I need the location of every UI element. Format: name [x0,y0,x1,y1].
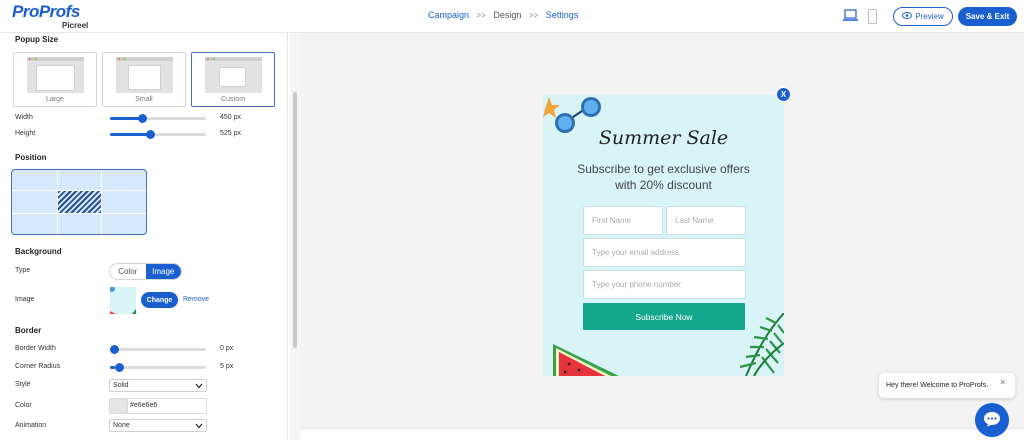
border-color-swatch[interactable] [109,398,127,414]
size-label-large: Large [46,96,64,103]
eye-icon [902,12,913,21]
preview-button[interactable]: Preview [893,7,953,26]
animation-value: None [113,422,130,429]
logo-sub-text: Picreel [62,21,89,30]
canvas-bottom-strip [300,428,1024,440]
width-value: 450 px [220,114,242,121]
chat-icon [983,411,1001,429]
border-width-slider[interactable] [110,345,206,354]
size-option-custom[interactable]: Custom [191,52,275,107]
corner-radius-slider-knob[interactable] [114,363,124,372]
save-exit-button[interactable]: Save & Exit [958,7,1017,26]
phone-input[interactable]: Type your phone number [583,270,746,299]
animation-label: Animation [15,422,47,429]
height-value: 525 px [220,130,242,137]
watermelon-decoration [553,344,619,376]
width-slider-knob[interactable] [137,114,147,123]
first-name-input[interactable]: First Name [583,206,663,235]
sidebar-scrollbar-thumb[interactable] [293,92,297,348]
width-slider-fill [110,117,142,120]
chat-greeting-text: Hey there! Welcome to ProProfs. [886,382,989,389]
chevron-down-icon [195,422,203,433]
type-option-color[interactable]: Color [110,264,146,279]
size-thumb-large [27,57,84,93]
size-label-small: Small [135,96,153,103]
corner-radius-slider[interactable] [110,363,206,372]
app-root: ProProfs Picreel Campaign >> Design >> S… [0,0,1024,440]
width-label: Width [15,114,33,121]
remove-image-link[interactable]: Remove [183,296,209,303]
popup-title: Summer Sale [598,127,729,149]
type-label: Type [15,267,31,274]
size-option-small[interactable]: Small [102,52,186,107]
step-separator: >> [528,11,539,20]
desktop-icon[interactable] [843,9,858,24]
step-breadcrumb: Campaign >> Design >> Settings [428,10,578,20]
border-width-slider-knob[interactable] [110,345,119,354]
height-slider[interactable] [110,130,206,139]
popup-preview[interactable]: Summer Sale Subscribe to get exclusive o… [543,95,784,376]
height-label: Height [15,130,36,137]
animation-select[interactable]: None [109,419,207,432]
size-thumb-small [116,57,173,93]
image-label: Image [15,296,35,303]
step-design[interactable]: Design [493,10,521,20]
size-thumb-custom [205,57,262,93]
border-width-label: Border Width [15,345,56,352]
size-label-custom: Custom [220,96,246,103]
popup-subtitle: Subscribe to get exclusive offers with 2… [577,162,750,192]
size-option-large[interactable]: Large [13,52,97,107]
step-separator: >> [476,11,486,20]
last-name-input[interactable]: Last Name [666,206,746,235]
background-type-toggle: Color Image [109,263,182,280]
chat-greeting-bubble[interactable]: Hey there! Welcome to ProProfs. [879,373,1015,398]
background-image-thumbnail [110,287,136,314]
preview-label: Preview [915,12,944,21]
change-image-button[interactable]: Change [141,292,178,308]
logo-main-text: ProProfs [12,2,80,21]
type-option-image[interactable]: Image [145,264,181,279]
proprofs-logo[interactable]: ProProfs Picreel [12,2,88,31]
background-title: Background [15,247,62,256]
position-cell-center-selected[interactable] [58,191,101,213]
border-style-value: Solid [113,382,129,389]
height-slider-fill [110,133,151,136]
border-title: Border [15,326,42,335]
top-header: ProProfs Picreel Campaign >> Design >> S… [0,0,1024,33]
email-input[interactable]: Type your email address [583,238,746,267]
color-label: Color [15,402,32,409]
popup-size-title: Popup Size [15,35,59,44]
chevron-down-icon [195,382,203,393]
step-campaign[interactable]: Campaign [428,10,469,20]
width-slider[interactable] [110,114,206,123]
chat-launcher-button[interactable] [975,403,1009,437]
border-color-input[interactable]: #e6e6e6 [127,398,207,414]
step-settings[interactable]: Settings [546,10,579,20]
position-title: Position [15,153,47,162]
corner-radius-value: 5 px [220,363,234,370]
mobile-icon[interactable] [868,9,877,26]
position-grid[interactable] [11,169,147,235]
border-style-select[interactable]: Solid [109,379,207,392]
chat-close-icon[interactable]: × [1000,377,1005,387]
border-width-value: 0 px [220,345,234,352]
style-label: Style [15,381,31,388]
subscribe-now-button[interactable]: Subscribe Now [583,303,745,330]
corner-radius-label: Corner Radius [15,363,61,370]
popup-close-button[interactable]: X [776,87,791,102]
